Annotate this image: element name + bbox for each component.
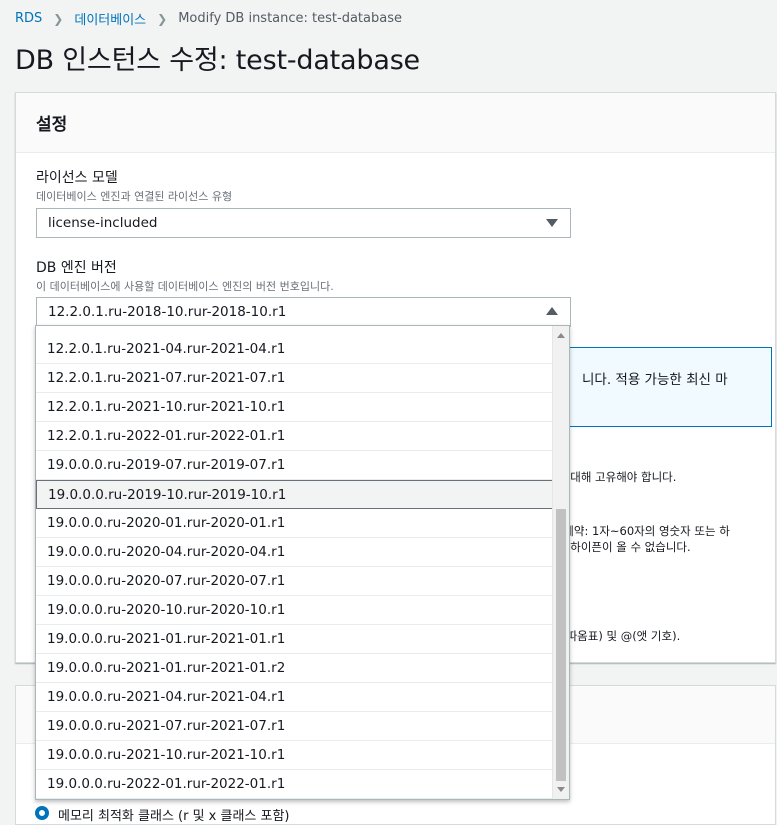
settings-title: 설정 bbox=[36, 115, 68, 135]
instance-class-radio[interactable] bbox=[35, 806, 49, 820]
license-model-desc: 데이터베이스 엔진과 연결된 라이선스 유형 bbox=[36, 190, 233, 203]
dropdown-option[interactable]: 19.0.0.0.ru-2021-04.rur-2021-04.r1 bbox=[36, 683, 553, 712]
hyphen-hint: 에 하이픈이 올 수 없습니다. bbox=[556, 540, 691, 554]
dropdown-option[interactable]: 19.0.0.0.ru-2021-01.rur-2021-01.r2 bbox=[36, 654, 553, 683]
dropdown-option[interactable]: 19.0.0.0.ru-2020-07.rur-2020-07.r1 bbox=[36, 567, 553, 596]
dropdown-option[interactable]: 19.0.0.0.ru-2020-01.rur-2020-01.r1 bbox=[36, 509, 553, 538]
caret-down-icon bbox=[546, 219, 558, 227]
dropdown-option[interactable]: 19.0.0.0.ru-2022-01.rur-2022-01.r1 bbox=[36, 770, 553, 799]
info-alert: 니다. 적용 가능한 최신 마 bbox=[556, 347, 772, 427]
breadcrumb-databases-link[interactable]: 데이터베이스 bbox=[74, 9, 146, 28]
engine-version-field: DB 엔진 버전 이 데이터베이스에 사용할 데이터베이스 엔진의 버전 번호입… bbox=[36, 257, 334, 294]
scroll-down-icon[interactable] bbox=[557, 787, 565, 792]
license-model-select[interactable]: license-included bbox=[36, 208, 571, 238]
settings-panel-header: 설정 bbox=[16, 93, 775, 153]
dropdown-option[interactable]: 19.0.0.0.ru-2019-07.rur-2019-07.r1 bbox=[36, 451, 553, 480]
breadcrumb: RDS ❯ 데이터베이스 ❯ Modify DB instance: test-… bbox=[15, 9, 402, 28]
chars-hint: 큰따옴표) 및 @(앳 기호). bbox=[556, 629, 681, 643]
engine-version-desc: 이 데이터베이스에 사용할 데이터베이스 엔진의 버전 번호입니다. bbox=[36, 280, 334, 293]
engine-version-select[interactable]: 12.2.0.1.ru-2018-10.rur-2018-10.r1 bbox=[36, 297, 571, 327]
dropdown-option[interactable]: 12.2.0.1.ru-2021-07.rur-2021-07.r1 bbox=[36, 364, 553, 393]
dropdown-option[interactable]: 12.2.0.1.ru-2022-01.rur-2022-01.r1 bbox=[36, 422, 553, 451]
license-model-field: 라이선스 모델 데이터베이스 엔진과 연결된 라이선스 유형 bbox=[36, 167, 232, 204]
dropdown-option[interactable]: 12.2.0.1.ru-2021-04.rur-2021-04.r1 bbox=[36, 335, 553, 364]
dropdown-scrollbar[interactable] bbox=[552, 326, 569, 799]
dropdown-option[interactable]: 19.0.0.0.ru-2020-10.rur-2020-10.r1 bbox=[36, 596, 553, 625]
chevron-right-icon: ❯ bbox=[157, 11, 168, 26]
engine-version-value: 12.2.0.1.ru-2018-10.rur-2018-10.r1 bbox=[48, 304, 287, 320]
dropdown-option[interactable]: 19.0.0.0.ru-2020-04.rur-2020-04.r1 bbox=[36, 538, 553, 567]
dropdown-option[interactable]: 19.0.0.0.ru-2021-10.rur-2021-10.r1 bbox=[36, 741, 553, 770]
breadcrumb-current: Modify DB instance: test-database bbox=[178, 11, 402, 26]
engine-version-dropdown: 12.2.0.1.ru-2021-04.rur-2021-04.r1 12.2.0… bbox=[35, 325, 570, 800]
dropdown-option[interactable]: 19.0.0.0.ru-2021-01.rur-2021-01.r1 bbox=[36, 625, 553, 654]
dropdown-option[interactable]: 19.0.0.0.ru-2019-10.rur-2019-10.r1 bbox=[36, 480, 553, 509]
license-model-label: 라이선스 모델 bbox=[36, 170, 118, 186]
scroll-thumb[interactable] bbox=[556, 509, 566, 781]
info-alert-text: 니다. 적용 가능한 최신 마 bbox=[582, 372, 728, 388]
license-model-value: license-included bbox=[48, 215, 158, 231]
constraint-hint: . 제약: 1자~60자의 영숫자 또는 하 bbox=[556, 524, 730, 538]
page-title: DB 인스턴스 수정: test-database bbox=[15, 45, 420, 76]
caret-up-icon bbox=[546, 307, 558, 315]
scroll-up-icon[interactable] bbox=[557, 333, 565, 338]
unique-hint: 에 대해 고유해야 합니다. bbox=[556, 470, 677, 484]
dropdown-option[interactable]: 19.0.0.0.ru-2021-07.rur-2021-07.r1 bbox=[36, 712, 553, 741]
dropdown-option[interactable]: 12.2.0.1.ru-2021-10.rur-2021-10.r1 bbox=[36, 393, 553, 422]
engine-version-label: DB 엔진 버전 bbox=[36, 260, 117, 276]
engine-version-options: 12.2.0.1.ru-2021-04.rur-2021-04.r1 12.2.0… bbox=[36, 335, 553, 799]
breadcrumb-rds-link[interactable]: RDS bbox=[15, 11, 42, 26]
chevron-right-icon: ❯ bbox=[53, 11, 64, 26]
